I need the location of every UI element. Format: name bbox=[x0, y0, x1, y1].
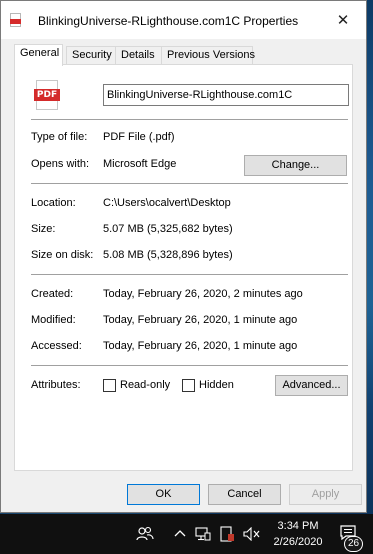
title-bar[interactable]: BlinkingUniverse-RLighthouse.com1C Prope… bbox=[1, 1, 366, 39]
tab-previous-versions[interactable]: Previous Versions bbox=[161, 46, 255, 65]
hidden-label[interactable]: Hidden bbox=[199, 379, 234, 391]
size-on-disk-value: 5.08 MB (5,328,896 bytes) bbox=[103, 249, 233, 261]
cancel-button[interactable]: Cancel bbox=[208, 484, 281, 505]
tab-general[interactable]: General bbox=[14, 44, 63, 66]
apply-button[interactable]: Apply bbox=[289, 484, 362, 505]
attributes-label: Attributes: bbox=[31, 379, 81, 391]
pdf-file-icon: PDF bbox=[34, 80, 60, 110]
type-of-file-value: PDF File (.pdf) bbox=[103, 131, 175, 143]
battery-icon[interactable] bbox=[219, 526, 235, 542]
readonly-label[interactable]: Read-only bbox=[120, 379, 170, 391]
ok-button[interactable]: OK bbox=[127, 484, 200, 505]
close-icon: ✕ bbox=[336, 12, 350, 29]
opens-with-label: Opens with: bbox=[31, 158, 90, 170]
separator bbox=[31, 119, 348, 120]
created-value: Today, February 26, 2020, 2 minutes ago bbox=[103, 288, 303, 300]
close-button[interactable]: ✕ bbox=[320, 1, 366, 39]
opens-with-value: Microsoft Edge bbox=[103, 158, 177, 170]
tab-details[interactable]: Details bbox=[115, 46, 162, 65]
properties-dialog: BlinkingUniverse-RLighthouse.com1C Prope… bbox=[0, 0, 367, 513]
location-label: Location: bbox=[31, 197, 76, 209]
clock-date: 2/26/2020 bbox=[273, 536, 323, 548]
separator bbox=[31, 274, 348, 275]
readonly-checkbox[interactable] bbox=[103, 379, 116, 392]
location-value: C:\Users\ocalvert\Desktop bbox=[103, 197, 231, 209]
notification-badge: 26 bbox=[344, 536, 363, 552]
accessed-label: Accessed: bbox=[31, 340, 82, 352]
network-icon[interactable] bbox=[195, 527, 211, 541]
accessed-value: Today, February 26, 2020, 1 minute ago bbox=[103, 340, 298, 352]
file-name-input[interactable] bbox=[103, 84, 349, 106]
system-clock[interactable]: 3:34 PM 2/26/2020 bbox=[268, 518, 328, 550]
pdf-file-icon bbox=[10, 13, 21, 27]
size-value: 5.07 MB (5,325,682 bytes) bbox=[103, 223, 233, 235]
volume-muted-icon[interactable] bbox=[243, 527, 261, 541]
size-on-disk-label: Size on disk: bbox=[31, 249, 94, 261]
size-label: Size: bbox=[31, 223, 56, 235]
taskbar: 3:34 PM 2/26/2020 26 bbox=[0, 514, 373, 554]
general-panel: PDF Type of file: PDF File (.pdf) Opens … bbox=[14, 64, 353, 471]
clock-time: 3:34 PM bbox=[277, 520, 319, 532]
tab-security[interactable]: Security bbox=[66, 46, 116, 65]
separator bbox=[31, 183, 348, 184]
advanced-button[interactable]: Advanced... bbox=[275, 375, 348, 396]
change-button[interactable]: Change... bbox=[244, 155, 347, 176]
modified-label: Modified: bbox=[31, 314, 76, 326]
separator bbox=[31, 365, 348, 366]
people-icon[interactable] bbox=[136, 526, 154, 542]
chevron-up-icon[interactable] bbox=[174, 529, 186, 537]
created-label: Created: bbox=[31, 288, 74, 300]
modified-value: Today, February 26, 2020, 1 minute ago bbox=[103, 314, 298, 326]
type-of-file-label: Type of file: bbox=[31, 131, 88, 143]
window-title: BlinkingUniverse-RLighthouse.com1C Prope… bbox=[38, 14, 299, 28]
hidden-checkbox[interactable] bbox=[182, 379, 195, 392]
